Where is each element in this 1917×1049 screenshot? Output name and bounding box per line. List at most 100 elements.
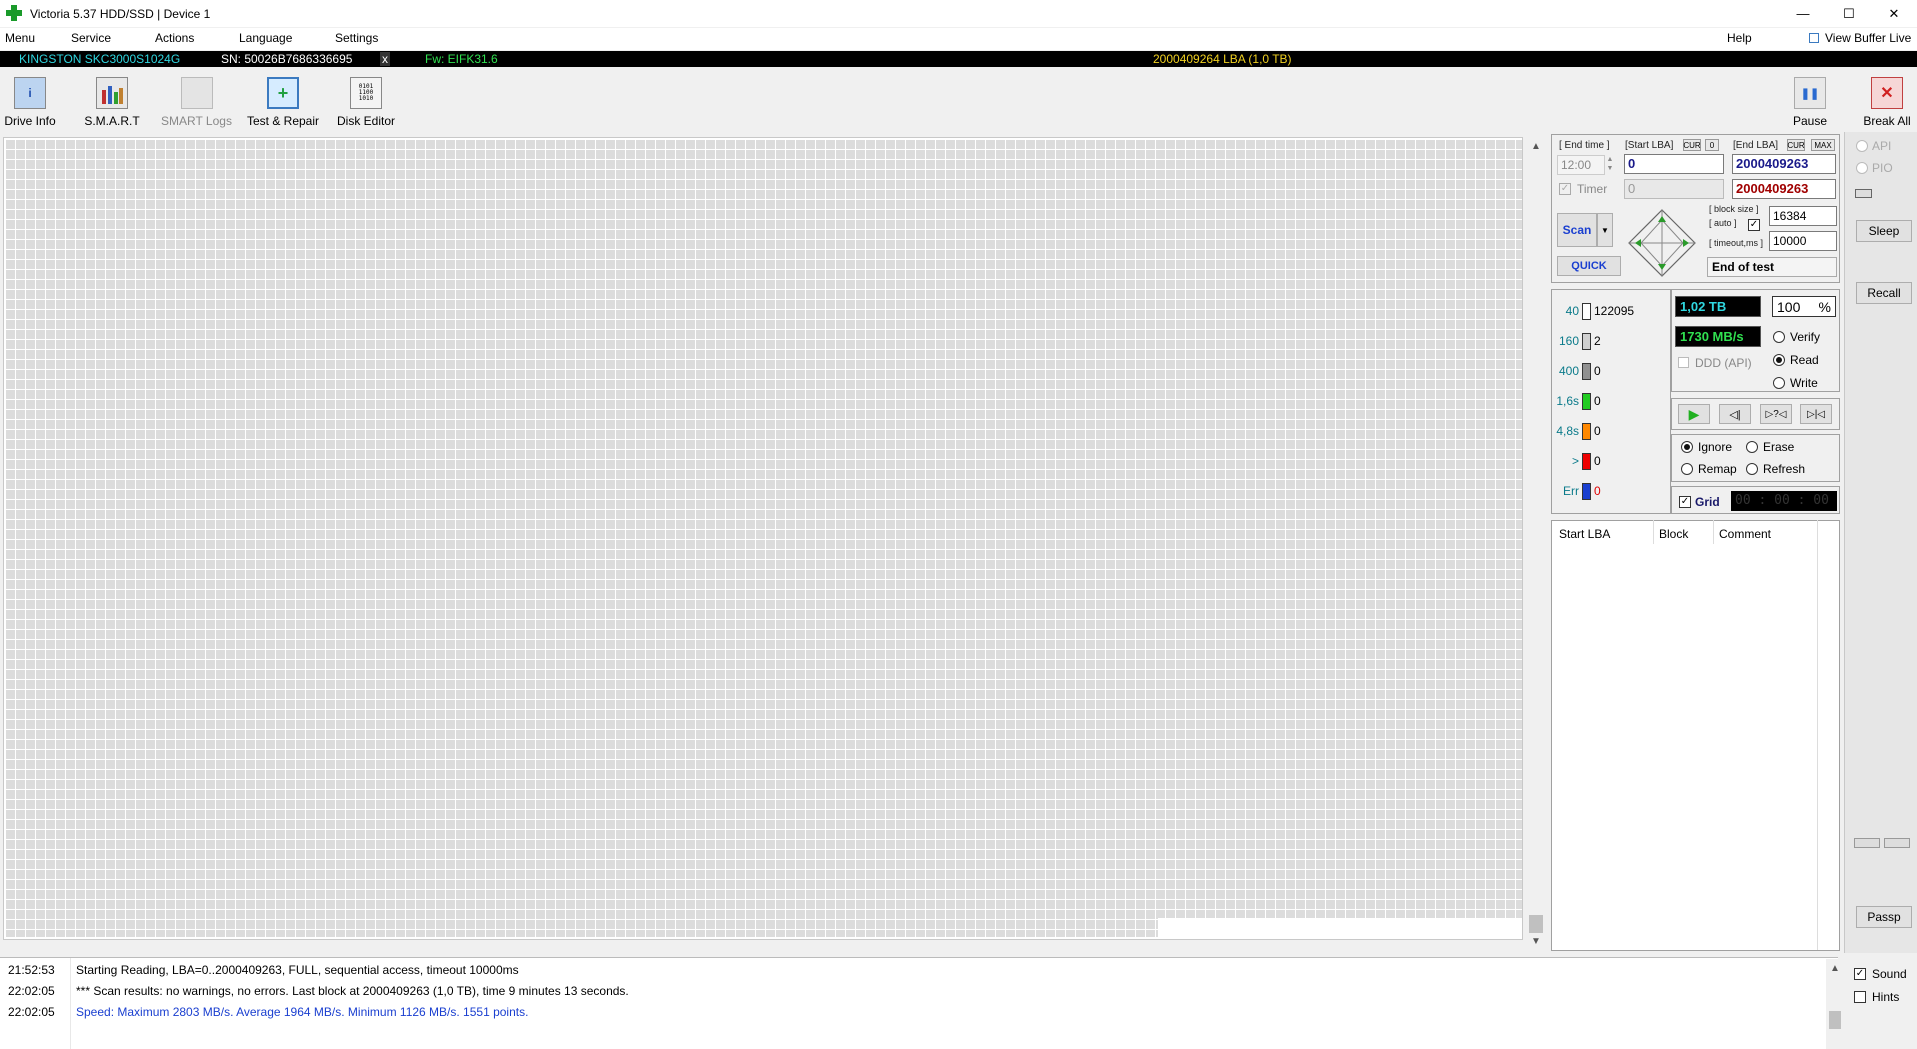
maximize-button[interactable]: ☐ [1826,0,1872,27]
menu-actions[interactable]: Actions [155,31,194,45]
break-icon: ✕ [1871,77,1903,109]
scroll-up-icon[interactable]: ▲ [1527,137,1545,155]
smart-button[interactable]: S.M.A.R.T [82,72,142,128]
ddd-checkbox[interactable] [1678,357,1689,368]
random-icon: ▷?◁ [1765,408,1787,420]
stat-value: 0 [1594,364,1601,378]
write-radio[interactable] [1773,377,1785,389]
write-label: Write [1790,376,1818,390]
log-scrollbar[interactable]: ▲ [1826,959,1844,1049]
butterfly-button[interactable]: ▷|◁ [1800,404,1832,424]
menu-help[interactable]: Help [1727,31,1752,45]
rewind-button[interactable]: ◁| [1719,404,1751,424]
col-comment[interactable]: Comment [1719,527,1771,541]
start-cur-button[interactable]: CUR [1683,139,1701,151]
recall-button[interactable]: Recall [1856,282,1912,304]
slider-left[interactable] [1854,838,1880,848]
window-title: Victoria 5.37 HDD/SSD | Device 1 [30,7,211,21]
menu-language[interactable]: Language [239,31,292,45]
verify-option[interactable]: Verify [1773,330,1820,344]
ignore-radio[interactable] [1681,441,1693,453]
read-radio[interactable] [1773,354,1785,366]
play-button[interactable]: ▶ [1678,404,1710,424]
end-time-spinner[interactable]: ▲ ▼ [1604,155,1616,175]
stat-value: 0 [1594,484,1601,498]
slider-right[interactable] [1884,838,1910,848]
col-block[interactable]: Block [1659,527,1688,541]
start-lba-input[interactable]: 0 [1624,154,1724,174]
elapsed-clock: 00 : 00 : 00 [1731,491,1837,511]
write-option[interactable]: Write [1773,376,1818,390]
scroll-thumb[interactable] [1529,915,1543,933]
sound-checkbox[interactable]: ✓ [1854,968,1866,980]
close-button[interactable]: ✕ [1871,0,1917,27]
auto-checkbox[interactable]: ✓ [1748,219,1760,231]
passp-button[interactable]: Passp [1856,906,1912,928]
block-size-select[interactable]: 16384 [1769,206,1837,226]
stat-row: 1,6s 0 [1553,391,1634,411]
refresh-option[interactable]: Refresh [1746,462,1805,476]
col-start-lba[interactable]: Start LBA [1559,527,1610,541]
stat-label: 4,8s [1556,424,1579,438]
pio-option[interactable]: PIO [1856,161,1893,175]
api-option[interactable]: API [1856,139,1891,153]
hints-checkbox[interactable] [1854,991,1866,1003]
end-action-select[interactable]: End of test [1707,257,1837,277]
device-close-x[interactable]: x [380,52,390,66]
break-all-button[interactable]: ✕ Break All [1861,72,1913,128]
erase-option[interactable]: Erase [1746,440,1794,454]
defect-table[interactable] [1551,520,1840,951]
end-cur-button[interactable]: CUR [1787,139,1805,151]
log-entry: 21:52:53 Starting Reading, LBA=0..2000409… [8,963,519,977]
drive-info-label: Drive Info [4,114,56,128]
log-scroll-up-icon[interactable]: ▲ [1826,959,1844,977]
timer-checkbox[interactable]: ✓ [1559,183,1571,195]
erase-radio[interactable] [1746,441,1758,453]
refresh-radio[interactable] [1746,463,1758,475]
random-button[interactable]: ▷?◁ [1760,404,1792,424]
scroll-down-icon[interactable]: ▼ [1527,932,1545,950]
menu-service[interactable]: Service [71,31,111,45]
stat-color-box [1582,482,1591,500]
end-max-button[interactable]: MAX [1811,139,1835,151]
stat-color-box [1582,392,1591,410]
test-repair-button[interactable]: + Test & Repair [245,72,321,128]
remap-option[interactable]: Remap [1681,462,1737,476]
percent-display: 100% [1772,296,1836,317]
grid-checkbox[interactable]: ✓ [1679,496,1691,508]
direction-pad[interactable] [1627,208,1697,278]
scan-map-scrollbar[interactable]: ▲ ▼ [1527,137,1545,950]
drive-info-icon: i [14,77,46,109]
timer-value-field[interactable]: 0 [1624,179,1724,199]
api-label: API [1872,139,1892,153]
read-option[interactable]: Read [1773,353,1819,367]
quick-button[interactable]: QUICK [1557,256,1621,276]
ignore-option[interactable]: Ignore [1681,440,1732,454]
log-scroll-thumb[interactable] [1829,1011,1841,1029]
log-time: 22:02:05 [8,984,55,998]
menu-settings[interactable]: Settings [335,31,378,45]
end-lba-input[interactable]: 2000409263 [1732,154,1836,174]
disk-editor-button[interactable]: 0101 1100 1010 Disk Editor [335,72,397,128]
smart-logs-button[interactable]: SMART Logs [160,72,233,128]
api-radio[interactable] [1856,140,1868,152]
start-zero-button[interactable]: 0 [1705,139,1719,151]
pio-radio[interactable] [1856,162,1868,174]
device-capacity: 2000409264 LBA (1,0 TB) [1153,52,1292,66]
sleep-button[interactable]: Sleep [1856,220,1912,242]
minimize-button[interactable]: — [1780,0,1826,27]
pause-button[interactable]: ❚❚ Pause [1790,72,1830,128]
hints-option[interactable]: Hints [1854,990,1899,1004]
scan-dropdown-icon[interactable]: ▼ [1597,213,1613,247]
percent-sign: % [1818,299,1831,315]
scan-button[interactable]: Scan [1557,213,1597,247]
verify-radio[interactable] [1773,331,1785,343]
sound-option[interactable]: ✓ Sound [1854,967,1907,981]
menu-menu[interactable]: Menu [5,31,35,45]
end-time-field[interactable]: 12:00 [1557,155,1605,175]
timeout-select[interactable]: 10000 [1769,231,1837,251]
drive-info-button[interactable]: i Drive Info [3,72,57,128]
device-model[interactable]: KINGSTON SKC3000S1024G [19,52,180,66]
remap-radio[interactable] [1681,463,1693,475]
view-buffer-live[interactable]: View Buffer Live [1825,31,1911,45]
